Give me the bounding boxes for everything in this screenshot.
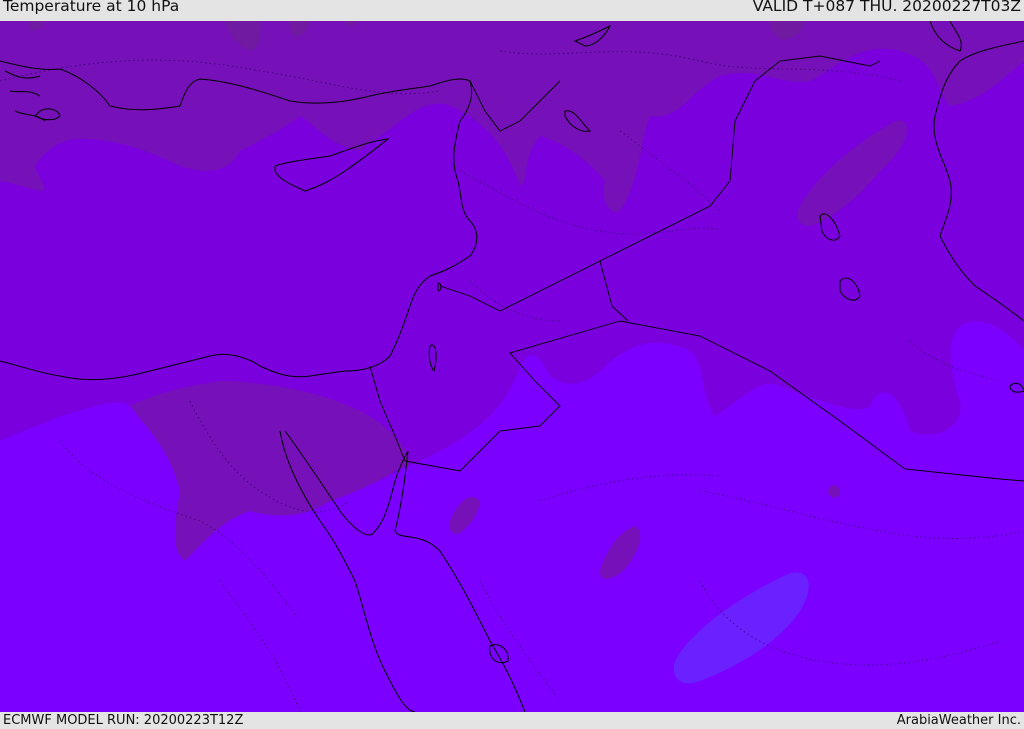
weather-map[interactable]: [0, 21, 1024, 712]
valid-time: VALID T+087 THU. 20200227T03Z: [752, 0, 1021, 15]
footer-bar: ECMWF MODEL RUN: 20200223T12Z ArabiaWeat…: [0, 712, 1024, 729]
model-run: ECMWF MODEL RUN: 20200223T12Z: [3, 713, 244, 728]
credit-text: ArabiaWeather Inc.: [896, 713, 1021, 728]
header-bar: Temperature at 10 hPa VALID T+087 THU. 2…: [0, 0, 1024, 21]
map-canvas: [0, 21, 1024, 712]
map-title: Temperature at 10 hPa: [3, 0, 180, 15]
